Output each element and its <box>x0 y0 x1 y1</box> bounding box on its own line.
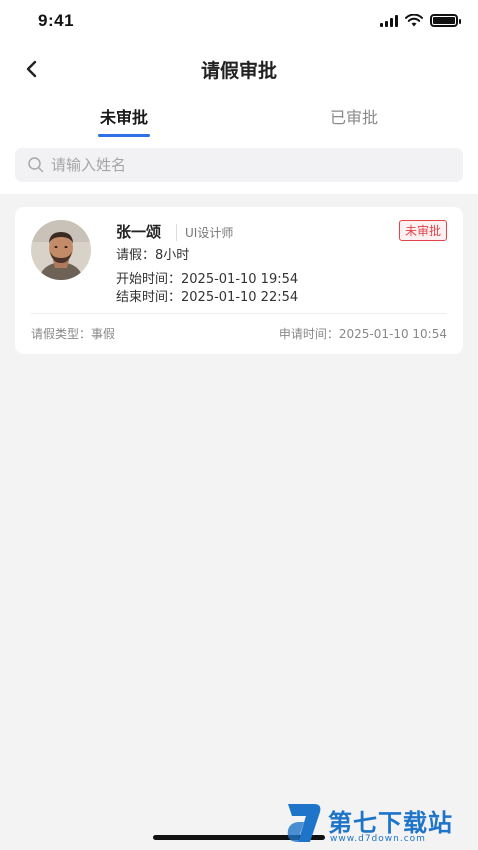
search-input[interactable] <box>51 156 431 174</box>
start-time: 开始时间：2025-01-10 19:54 <box>116 272 299 287</box>
battery-icon <box>430 14 461 27</box>
leave-duration: 请假：8小时 <box>116 248 190 263</box>
cellular-signal-icon <box>380 14 398 27</box>
leave-request-card[interactable]: 张一颂 UI设计师 未审批 请假：8小时 开始时间：2025-01-10 19:… <box>15 207 463 354</box>
status-time: 9:41 <box>38 11 75 30</box>
watermark-url: www.d7down.com <box>330 834 426 844</box>
applied-time: 申请时间：2025-01-10 10:54 <box>278 327 447 341</box>
employee-role: UI设计师 <box>176 224 233 241</box>
status-bar: 9:41 <box>0 0 478 44</box>
avatar <box>31 220 91 280</box>
tab-active-indicator <box>98 134 150 137</box>
search-icon <box>28 157 44 173</box>
search-bar[interactable] <box>15 148 463 182</box>
status-badge: 未审批 <box>398 220 447 241</box>
nav-bar: 请假审批 <box>0 44 478 94</box>
watermark-logo-icon <box>287 804 321 842</box>
page-title: 请假审批 <box>200 60 277 82</box>
tab-bar: 未审批 已审批 <box>0 96 478 138</box>
end-time: 结束时间：2025-01-10 22:54 <box>116 290 299 305</box>
tab-pending[interactable]: 未审批 <box>64 104 184 128</box>
watermark-text: 第七下载站 <box>328 809 453 837</box>
watermark: 第七下载站 www.d7down.com <box>284 800 474 848</box>
tab-approved[interactable]: 已审批 <box>294 104 414 128</box>
status-icons <box>380 14 461 27</box>
card-divider <box>31 313 447 314</box>
leave-type: 请假类型：事假 <box>31 327 116 341</box>
employee-name: 张一颂 <box>116 223 162 241</box>
wifi-icon <box>405 14 423 27</box>
